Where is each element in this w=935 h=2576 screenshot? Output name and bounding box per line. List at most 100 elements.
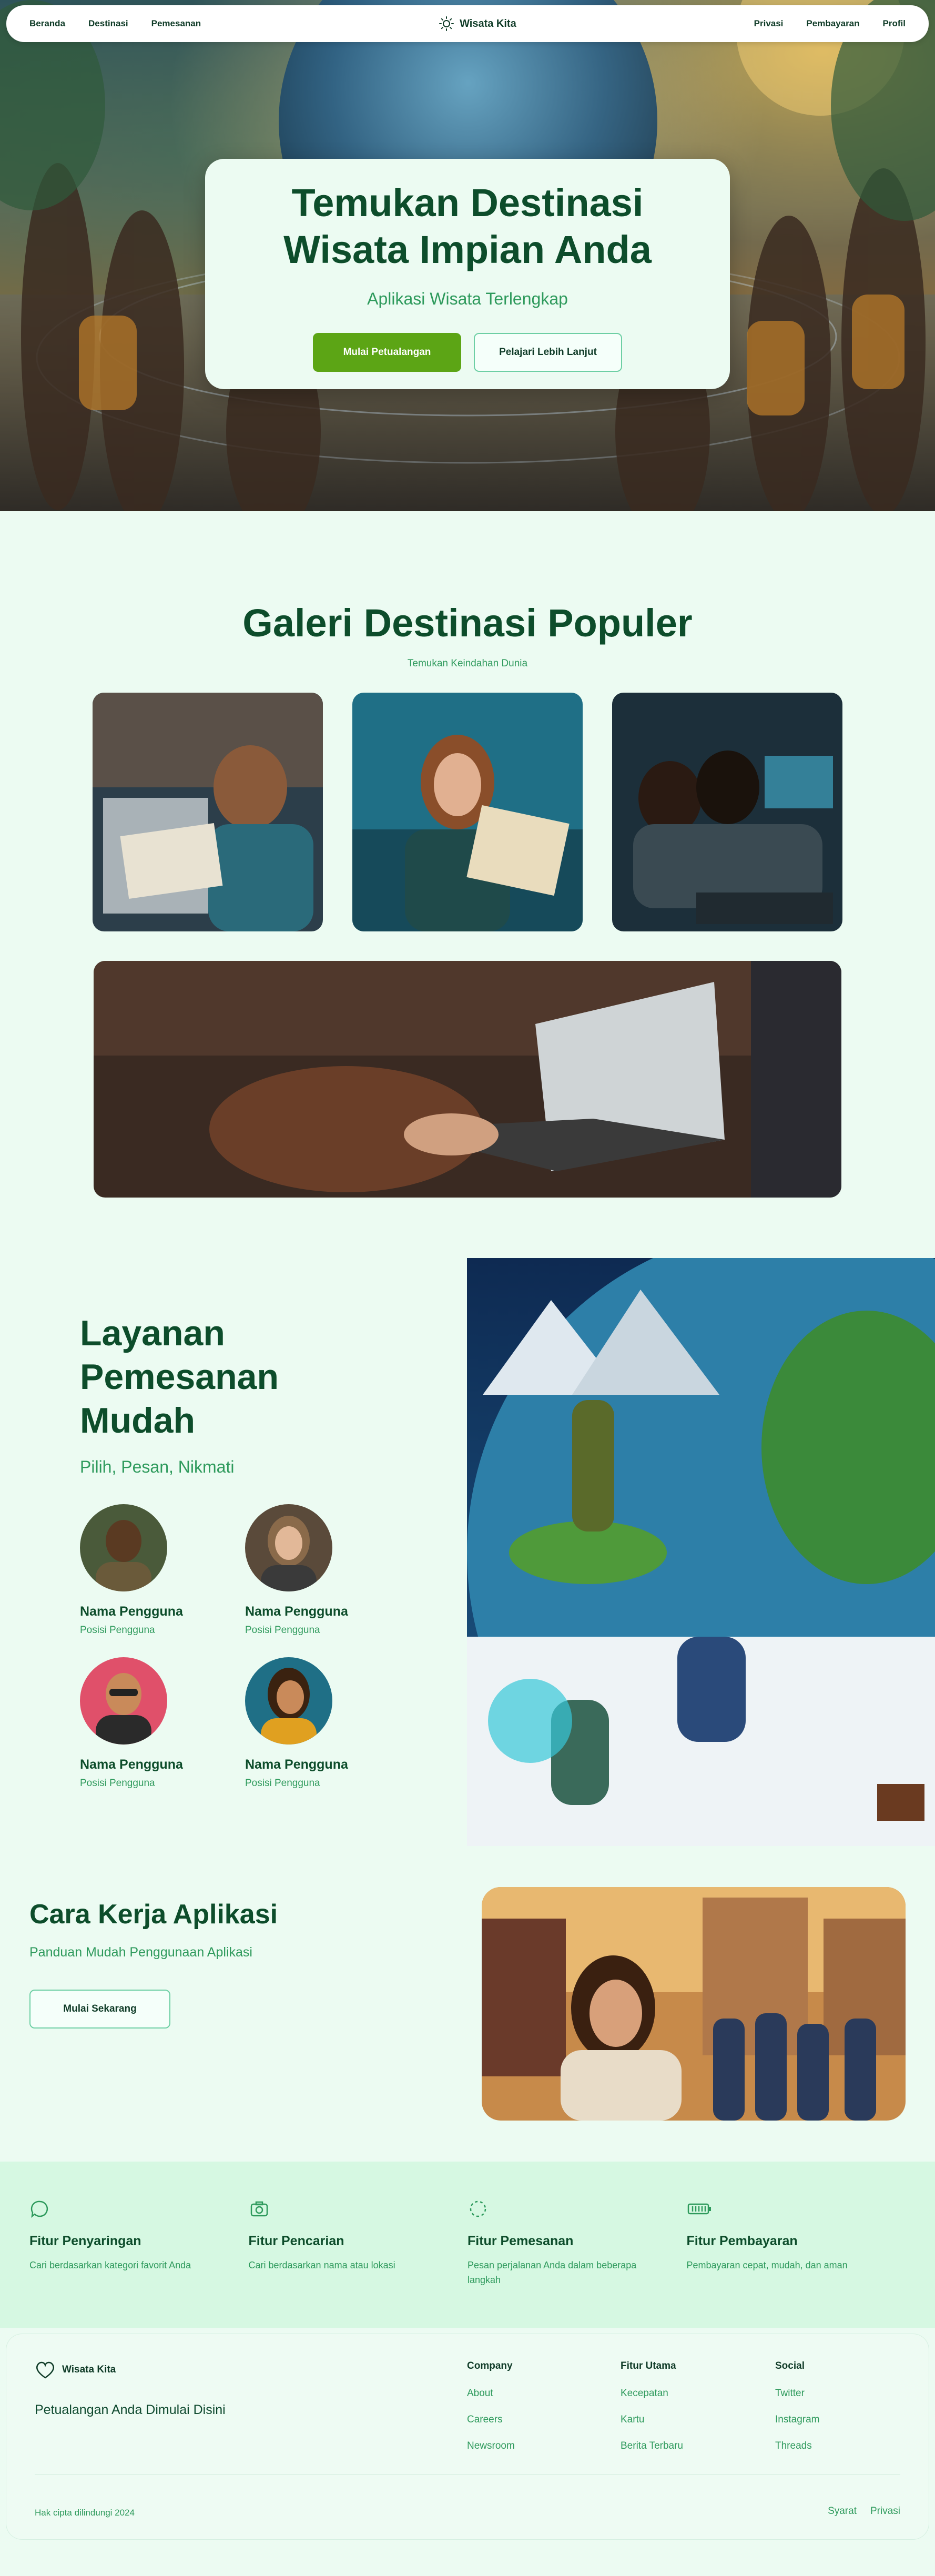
travelers-globe-image	[467, 1258, 935, 1846]
feature-item: Fitur Pembayaran Pembayaran cepat, mudah…	[687, 2198, 906, 2328]
features-section: Fitur Penyaringan Cari berdasarkan kateg…	[0, 2162, 935, 2328]
gallery-title: Galeri Destinasi Populer	[242, 601, 693, 645]
team-member: Nama Pengguna Posisi Pengguna	[80, 1657, 245, 1789]
member-position: Posisi Pengguna	[245, 1624, 320, 1636]
hero-title-line1: Temukan Destinasi	[291, 181, 644, 225]
nav-right: Privasi Pembayaran Profil	[754, 18, 906, 29]
avatar	[245, 1504, 332, 1591]
footer-link-newsroom[interactable]: Newsroom	[467, 2440, 515, 2452]
member-name: Nama Pengguna	[80, 1757, 183, 1772]
city-travelers-image	[482, 1887, 906, 2121]
nav-link-destinasi[interactable]: Destinasi	[88, 18, 128, 29]
gallery-section: Galeri Destinasi Populer Temukan Keindah…	[0, 511, 935, 1258]
feature-title: Fitur Pembayaran	[686, 2234, 798, 2248]
nav-left: Beranda Destinasi Pemesanan	[29, 18, 201, 29]
avatar	[80, 1504, 167, 1591]
how-title: Cara Kerja Aplikasi	[29, 1899, 278, 1930]
footer-link-about[interactable]: About	[467, 2388, 515, 2399]
member-position: Posisi Pengguna	[80, 1624, 155, 1636]
services-title: Layanan Pemesanan Mudah	[80, 1313, 279, 1441]
loading-circle-icon	[470, 2200, 486, 2217]
footer-column-social: Social Twitter Instagram Threads	[775, 2360, 819, 2467]
nav-link-profil[interactable]: Profil	[883, 18, 906, 29]
start-now-button[interactable]: Mulai Sekarang	[29, 1990, 170, 2029]
hero-card: Temukan Destinasi Wisata Impian Anda Apl…	[205, 159, 730, 389]
chat-bubble-icon	[31, 2200, 48, 2218]
nav-link-beranda[interactable]: Beranda	[29, 18, 65, 29]
battery-icon	[687, 2203, 711, 2215]
team-member: Nama Pengguna Posisi Pengguna	[245, 1504, 382, 1636]
footer-link-careers[interactable]: Careers	[467, 2414, 515, 2426]
how-content: Cara Kerja Aplikasi Panduan Mudah Penggu…	[29, 1899, 278, 2029]
gallery-photo-laptop[interactable]	[94, 961, 841, 1198]
footer-column-title: Social	[775, 2360, 805, 2371]
nav-link-pemesanan[interactable]: Pemesanan	[151, 18, 201, 29]
member-position: Posisi Pengguna	[245, 1777, 320, 1789]
avatar	[245, 1657, 332, 1745]
team-member: Nama Pengguna Posisi Pengguna	[245, 1657, 382, 1789]
feature-desc: Cari berdasarkan nama atau lokasi	[248, 2260, 395, 2270]
feature-item: Fitur Pencarian Cari berdasarkan nama at…	[249, 2198, 468, 2328]
nav-brand[interactable]: Wisata Kita	[439, 16, 516, 32]
start-adventure-button[interactable]: Mulai Petualangan	[313, 332, 461, 372]
gallery-photo-map-reader[interactable]	[93, 693, 323, 931]
member-name: Nama Pengguna	[80, 1604, 183, 1619]
services-content: Layanan Pemesanan Mudah Pilih, Pesan, Ni…	[80, 1312, 382, 1789]
footer: Wisata Kita Petualangan Anda Dimulai Dis…	[6, 2334, 929, 2539]
gallery-image-1	[93, 693, 323, 931]
feature-desc: Pembayaran cepat, mudah, dan aman	[686, 2260, 848, 2270]
footer-link-instagram[interactable]: Instagram	[775, 2414, 819, 2426]
nav-link-privasi[interactable]: Privasi	[754, 18, 784, 29]
footer-link-berita[interactable]: Berita Terbaru	[621, 2440, 683, 2452]
member-name: Nama Pengguna	[245, 1757, 348, 1772]
feature-title: Fitur Penyaringan	[29, 2234, 141, 2248]
member-name: Nama Pengguna	[245, 1604, 348, 1619]
footer-brand-name: Wisata Kita	[62, 2364, 116, 2375]
avatar	[80, 1657, 167, 1745]
gallery-photo-computers[interactable]	[612, 693, 842, 931]
footer-tagline: Petualangan Anda Dimulai Disini	[35, 2402, 226, 2417]
hero-title: Temukan Destinasi Wisata Impian Anda	[205, 180, 730, 273]
feature-item: Fitur Penyaringan Cari berdasarkan kateg…	[29, 2198, 249, 2328]
member-position: Posisi Pengguna	[80, 1777, 155, 1789]
footer-wrapper: Wisata Kita Petualangan Anda Dimulai Dis…	[0, 2328, 935, 2545]
gallery-photo-girl-map[interactable]	[352, 693, 583, 931]
footer-link-kartu[interactable]: Kartu	[621, 2414, 683, 2426]
footer-link-threads[interactable]: Threads	[775, 2440, 819, 2452]
footer-copyright: Hak cipta dilindungi 2024	[35, 2508, 135, 2518]
hero-buttons: Mulai Petualangan Pelajari Lebih Lanjut	[205, 332, 730, 372]
gallery-image-3	[612, 693, 842, 931]
feature-title: Fitur Pencarian	[248, 2234, 344, 2248]
nav-link-pembayaran[interactable]: Pembayaran	[806, 18, 859, 29]
gallery-grid	[0, 693, 935, 931]
hero-title-line2: Wisata Impian Anda	[283, 227, 652, 271]
team-member: Nama Pengguna Posisi Pengguna	[80, 1504, 245, 1636]
heart-icon	[36, 2361, 54, 2379]
footer-column-title: Company	[467, 2360, 513, 2371]
learn-more-button[interactable]: Pelajari Lebih Lanjut	[474, 332, 622, 372]
camera-icon	[250, 2201, 268, 2217]
hero-subtitle: Aplikasi Wisata Terlengkap	[367, 289, 568, 308]
footer-link-kecepatan[interactable]: Kecepatan	[621, 2388, 683, 2399]
services-illustration	[467, 1258, 935, 1846]
feature-title: Fitur Pemesanan	[468, 2234, 574, 2248]
gallery-image-4	[94, 961, 841, 1198]
brand-name: Wisata Kita	[460, 17, 516, 29]
gallery-image-2	[352, 693, 583, 931]
footer-link-privacy[interactable]: Privasi	[870, 2506, 900, 2517]
footer-column-features: Fitur Utama Kecepatan Kartu Berita Terba…	[621, 2360, 683, 2467]
services-section: Layanan Pemesanan Mudah Pilih, Pesan, Ni…	[0, 1258, 935, 1846]
feature-desc: Cari berdasarkan kategori favorit Anda	[29, 2260, 191, 2270]
how-illustration	[482, 1887, 906, 2121]
footer-link-terms[interactable]: Syarat	[828, 2506, 857, 2517]
footer-column-title: Fitur Utama	[621, 2360, 676, 2371]
team-grid: Nama Pengguna Posisi Pengguna Nama Pengg…	[80, 1504, 382, 1789]
footer-legal-links: Syarat Privasi	[828, 2506, 900, 2517]
gallery-subtitle: Temukan Keindahan Dunia	[407, 658, 528, 669]
sun-icon	[439, 16, 454, 31]
footer-link-twitter[interactable]: Twitter	[775, 2388, 819, 2399]
top-navbar: Beranda Destinasi Pemesanan Wisata Kita …	[6, 5, 929, 42]
how-it-works-section: Cara Kerja Aplikasi Panduan Mudah Penggu…	[0, 1846, 935, 2162]
hero-section: Beranda Destinasi Pemesanan Wisata Kita …	[0, 0, 935, 511]
footer-brand[interactable]: Wisata Kita	[35, 2360, 116, 2379]
